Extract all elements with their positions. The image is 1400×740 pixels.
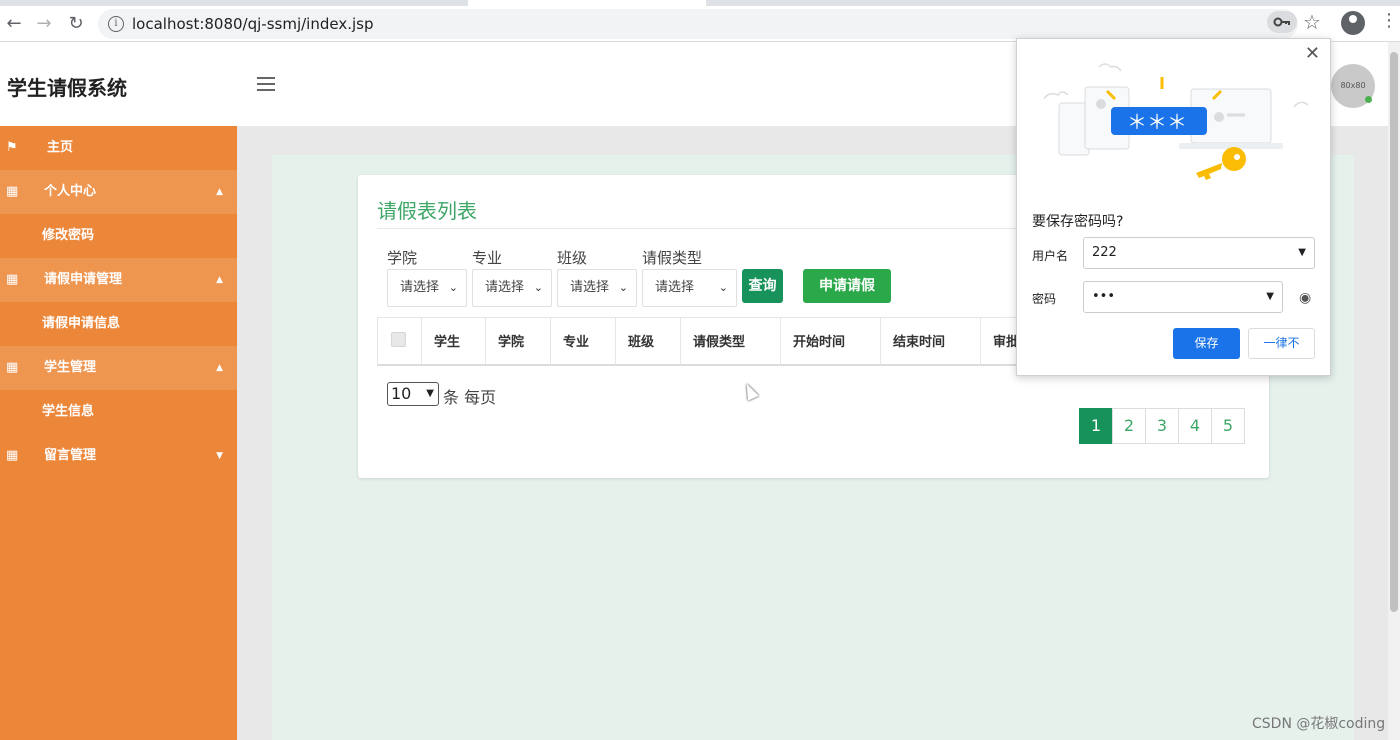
- filter-label-class: 班级: [557, 249, 588, 267]
- save-password-question: 要保存密码吗?: [1032, 214, 1124, 230]
- illustration-stars: ＊＊＊: [1127, 110, 1187, 134]
- caret-down-icon: ▼: [216, 451, 223, 461]
- forward-arrow-icon[interactable]: →: [32, 12, 56, 36]
- password-value: •••: [1092, 289, 1116, 304]
- sidebar-item-student-info[interactable]: 学生信息: [0, 390, 237, 434]
- sidebar-group-student-management[interactable]: ▦ 学生管理 ▲: [0, 346, 237, 390]
- college-select[interactable]: 请选择 ⌄: [387, 269, 467, 307]
- password-field[interactable]: ••• ▼: [1083, 281, 1283, 313]
- grid-icon: ▦: [6, 360, 19, 375]
- apply-leave-button[interactable]: 申请请假: [803, 269, 891, 303]
- select-value: 请选择: [655, 280, 695, 295]
- back-arrow-icon[interactable]: ←: [2, 12, 26, 36]
- hamburger-menu-icon[interactable]: [257, 77, 275, 91]
- filter-label-leave-type: 请假类型: [642, 249, 703, 267]
- class-select[interactable]: 请选择 ⌄: [557, 269, 637, 307]
- password-key-icon[interactable]: [1267, 11, 1297, 33]
- save-password-popup: ✕ ＊＊＊ 要保存密码吗? 用户名 222 ▼ 密码 ••• ▼ ◉ 保存 一律…: [1016, 38, 1331, 376]
- sidebar-item-change-password[interactable]: 修改密码: [0, 214, 237, 258]
- page-title: 请假表列表: [377, 199, 477, 223]
- select-all-checkbox[interactable]: [391, 332, 406, 347]
- column-header-student[interactable]: 学生: [422, 318, 486, 365]
- select-value: 请选择: [570, 280, 610, 295]
- browser-menu-icon[interactable]: ⋮: [1380, 10, 1398, 31]
- sidebar-item-leave-info[interactable]: 请假申请信息: [0, 302, 237, 346]
- app-title: 学生请假系统: [7, 76, 127, 100]
- select-value: 请选择: [485, 280, 525, 295]
- sidebar-group-personal[interactable]: ▦ 个人中心 ▲: [0, 170, 237, 214]
- per-page-label: 条 每页: [443, 388, 497, 407]
- chevron-down-icon: ⌄: [533, 281, 543, 294]
- page-button-2[interactable]: 2: [1112, 408, 1146, 444]
- sidebar-group-label: 留言管理: [44, 448, 97, 463]
- sidebar-item-label: 主页: [47, 140, 74, 155]
- username-field[interactable]: 222 ▼: [1083, 237, 1315, 269]
- column-header-college[interactable]: 学院: [486, 318, 551, 365]
- save-password-button[interactable]: 保存: [1173, 328, 1240, 359]
- url-text[interactable]: localhost:8080/qj-ssmj/index.jsp: [132, 15, 374, 33]
- select-value: 请选择: [400, 280, 440, 295]
- sidebar: ⚑ 主页 ▦ 个人中心 ▲ 修改密码 ▦ 请假申请管理 ▲ 请假申请信息 ▦ 学…: [0, 126, 237, 740]
- select-all-cell: [378, 318, 422, 365]
- grid-icon: ▦: [6, 448, 19, 463]
- page-scrollbar[interactable]: [1388, 42, 1400, 740]
- browser-toolbar: ← → ↻ i localhost:8080/qj-ssmj/index.jsp…: [0, 6, 1400, 42]
- sidebar-group-leave-management[interactable]: ▦ 请假申请管理 ▲: [0, 258, 237, 302]
- password-illustration: ＊＊＊: [1043, 63, 1309, 180]
- sidebar-group-label: 个人中心: [44, 184, 97, 199]
- filter-label-college: 学院: [387, 249, 418, 267]
- grid-icon: ▦: [6, 272, 19, 287]
- sidebar-group-label: 学生管理: [44, 360, 97, 375]
- pagination: 1 2 3 4 5: [1079, 408, 1245, 444]
- page-button-5[interactable]: 5: [1211, 408, 1245, 444]
- caret-up-icon: ▲: [216, 275, 223, 285]
- account-icon[interactable]: [1341, 11, 1365, 35]
- reload-icon[interactable]: ↻: [64, 12, 88, 36]
- never-save-button[interactable]: 一律不: [1248, 328, 1315, 359]
- watermark-text: CSDN @花椒coding: [1252, 716, 1386, 732]
- column-header-leave-type[interactable]: 请假类型: [681, 318, 781, 365]
- caret-up-icon: ▲: [216, 187, 223, 197]
- site-info-icon[interactable]: i: [108, 16, 124, 32]
- sidebar-item-home[interactable]: ⚑ 主页: [0, 126, 237, 170]
- chevron-down-icon: ⌄: [618, 281, 628, 294]
- column-header-class[interactable]: 班级: [616, 318, 681, 365]
- chevron-down-icon: ▼: [1266, 291, 1274, 302]
- show-password-eye-icon[interactable]: ◉: [1299, 290, 1311, 306]
- major-select[interactable]: 请选择 ⌄: [472, 269, 552, 307]
- sidebar-group-label: 请假申请管理: [44, 272, 123, 287]
- scrollbar-thumb[interactable]: [1390, 52, 1398, 612]
- query-button[interactable]: 查询: [742, 269, 783, 303]
- grid-icon: ▦: [6, 184, 19, 199]
- page-size-value: 10: [391, 384, 412, 403]
- username-label: 用户名: [1032, 249, 1069, 263]
- online-status-dot: [1365, 96, 1372, 103]
- page-size-select[interactable]: 10 ▼: [387, 382, 439, 406]
- page-button-3[interactable]: 3: [1145, 408, 1179, 444]
- chevron-down-icon: ⌄: [448, 281, 458, 294]
- chevron-down-icon: ▼: [426, 388, 434, 399]
- caret-up-icon: ▲: [216, 363, 223, 373]
- flag-icon: ⚑: [6, 140, 18, 155]
- chevron-down-icon: ▼: [1298, 247, 1306, 258]
- page-button-4[interactable]: 4: [1178, 408, 1212, 444]
- sidebar-group-message-management[interactable]: ▦ 留言管理 ▼: [0, 434, 237, 478]
- username-value: 222: [1092, 245, 1117, 260]
- bookmark-star-icon[interactable]: ☆: [1303, 10, 1321, 34]
- chevron-down-icon: ⌄: [718, 281, 728, 294]
- password-label: 密码: [1032, 292, 1057, 306]
- address-bar[interactable]: i localhost:8080/qj-ssmj/index.jsp: [98, 9, 1298, 39]
- column-header-start-time[interactable]: 开始时间: [781, 318, 881, 365]
- column-header-major[interactable]: 专业: [551, 318, 616, 365]
- leave-type-select[interactable]: 请选择 ⌄: [642, 269, 737, 307]
- filter-label-major: 专业: [472, 249, 503, 267]
- page-button-1[interactable]: 1: [1079, 408, 1113, 444]
- column-header-end-time[interactable]: 结束时间: [881, 318, 981, 365]
